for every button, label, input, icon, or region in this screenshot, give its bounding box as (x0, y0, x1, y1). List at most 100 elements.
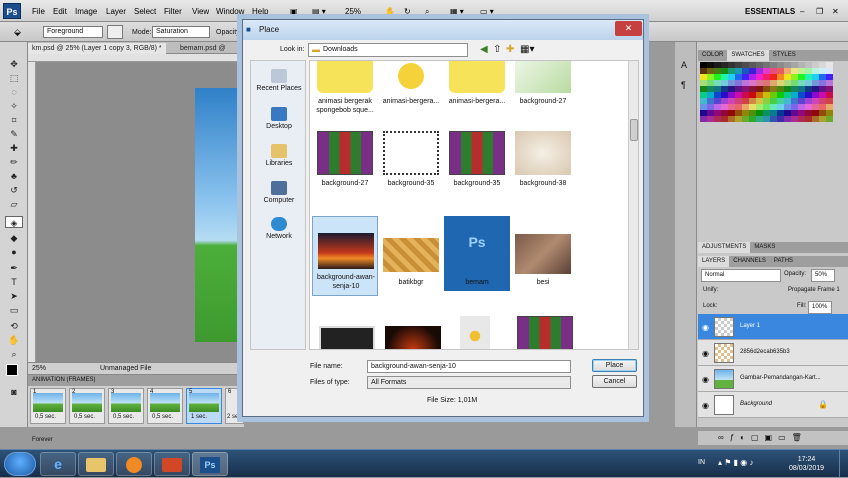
animation-frame[interactable]: 2 0,5 sec. (69, 388, 105, 424)
tab-paths[interactable]: PATHS (770, 256, 797, 267)
file-item[interactable]: Ps bemam (444, 216, 510, 291)
menu-layer[interactable]: Layer (106, 7, 126, 16)
loop-select[interactable]: Forever (32, 437, 53, 443)
paint-bucket-icon[interactable]: ⬙ (14, 27, 21, 38)
fill-input[interactable]: 100% (808, 301, 832, 314)
mode-select[interactable]: Saturation (152, 26, 210, 38)
minimize-icon[interactable]: – (800, 7, 804, 16)
zoom-tool-icon[interactable]: ⌕ (425, 7, 429, 17)
healing-brush-icon[interactable]: ✚ (5, 142, 23, 154)
media-player-icon[interactable] (116, 452, 152, 476)
up-folder-icon[interactable]: ⇧ (493, 44, 501, 55)
color-swatch[interactable] (749, 116, 756, 122)
color-swatch[interactable] (770, 116, 777, 122)
color-swatch[interactable] (819, 116, 826, 122)
tray-icons[interactable]: ▴ ⚑ ▮ ◉ ♪ (718, 458, 753, 467)
layer-row[interactable]: ◉ Gambar-Pemandangan-Kart... (698, 366, 848, 392)
pen-tool-icon[interactable]: ✒ (5, 262, 23, 274)
frame-thumbnail[interactable] (319, 326, 375, 349)
menu-window[interactable]: Window (216, 7, 244, 16)
color-swatch[interactable] (798, 116, 805, 122)
menu-help[interactable]: Help (252, 7, 268, 16)
photoshop-taskbar-icon[interactable]: Ps (192, 452, 228, 476)
color-swatch[interactable] (707, 116, 714, 122)
screen-mode-icon[interactable]: ▭ ▾ (480, 7, 494, 16)
marquee-tool-icon[interactable]: ⬚ (5, 72, 23, 84)
back-icon[interactable]: ◀ (480, 44, 488, 55)
start-button[interactable] (4, 452, 36, 476)
menu-select[interactable]: Select (134, 7, 156, 16)
menu-view[interactable]: View (192, 7, 209, 16)
eyedropper-icon[interactable]: ✎ (5, 128, 23, 140)
path-selection-icon[interactable]: ➤ (5, 290, 23, 302)
file-item[interactable]: batikbgr (378, 216, 444, 291)
color-swatch[interactable] (791, 116, 798, 122)
color-swatch[interactable] (735, 116, 742, 122)
layer-opacity-input[interactable]: 50% (811, 269, 835, 282)
shape-tool-icon[interactable]: ▭ (5, 304, 23, 316)
paragraph-panel-icon[interactable]: ¶ (681, 80, 686, 90)
place-desktop[interactable]: Desktop (251, 107, 307, 130)
file-item[interactable]: background-35 (444, 131, 510, 206)
clock[interactable]: 17:24 08/03/2019 (789, 455, 824, 473)
file-item[interactable]: animasi bergerak spongebob sque... (312, 61, 378, 124)
menu-file[interactable]: File (32, 7, 45, 16)
color-swatch[interactable] (714, 116, 721, 122)
tab-channels[interactable]: CHANNELS (729, 256, 770, 267)
color-swatch[interactable] (805, 116, 812, 122)
frame-delay[interactable]: 2 sec. (227, 414, 243, 420)
frame-delay[interactable]: 0,5 sec. (113, 414, 134, 420)
place-button[interactable]: Place (592, 359, 637, 372)
status-zoom[interactable]: 25% (32, 365, 46, 372)
color-swatch[interactable] (763, 116, 770, 122)
history-brush-icon[interactable]: ↺ (5, 184, 23, 196)
rotate-view-icon[interactable]: ↻ (404, 7, 411, 16)
file-item[interactable]: background-27 (312, 131, 378, 206)
tab-adjustments[interactable]: ADJUSTMENTS (698, 242, 751, 253)
media-file-icon[interactable] (460, 316, 490, 349)
layer-name[interactable]: Gambar-Pemandangan-Kart... (740, 375, 821, 381)
language-indicator[interactable]: IN (698, 459, 705, 466)
animation-frame-selected[interactable]: 51 sec. (186, 388, 222, 424)
blend-mode-select[interactable]: Normal (701, 269, 781, 282)
moon-thumbnail[interactable] (385, 326, 441, 349)
color-swatch[interactable] (777, 116, 784, 122)
restore-icon[interactable]: ❐ (816, 7, 823, 16)
scrollbar-thumb[interactable] (630, 119, 638, 141)
eraser-tool-icon[interactable]: ▱ (5, 198, 23, 210)
layer-name[interactable]: Background (740, 401, 772, 407)
file-item[interactable]: animasi-bergera... (444, 61, 510, 124)
winrar-archive-icon[interactable] (517, 316, 573, 349)
explorer-icon[interactable] (78, 452, 114, 476)
menu-edit[interactable]: Edit (53, 7, 67, 16)
hand-tool-icon[interactable]: ✋ (5, 334, 23, 346)
file-list-scrollbar[interactable] (628, 61, 638, 349)
3d-rotate-icon[interactable]: ⟲ (5, 320, 23, 332)
color-swatch[interactable] (742, 116, 749, 122)
character-panel-icon[interactable]: A (681, 60, 687, 70)
zoom-level[interactable]: 25% (345, 7, 361, 16)
hand-tool-icon[interactable]: ✋ (385, 7, 395, 16)
tab-styles[interactable]: STYLES (769, 50, 800, 61)
fill-source-select[interactable]: Foreground (43, 26, 103, 38)
clone-stamp-icon[interactable]: ♣ (5, 170, 23, 182)
file-name-input[interactable]: background-awan-senja-10 (367, 360, 571, 373)
eye-icon[interactable]: ◉ (702, 375, 709, 384)
propagate-frame-checkbox[interactable]: Propagate Frame 1 (788, 287, 840, 293)
place-network[interactable]: Network (251, 217, 307, 240)
menu-filter[interactable]: Filter (164, 7, 182, 16)
frame-delay[interactable]: 0,5 sec. (35, 414, 56, 420)
file-item-selected[interactable]: background-awan-senja-10 (312, 216, 378, 296)
color-swatch[interactable] (826, 116, 833, 122)
swatch-grid[interactable] (700, 62, 835, 124)
close-icon[interactable]: ✕ (832, 7, 839, 16)
show-desktop-button[interactable] (839, 450, 848, 478)
file-item[interactable]: background-35 (378, 131, 444, 206)
lasso-tool-icon[interactable]: ◌ (5, 86, 23, 98)
zoom-tool-icon[interactable]: ⌕ (5, 348, 23, 360)
color-swatch[interactable] (721, 116, 728, 122)
tab-color[interactable]: COLOR (698, 50, 727, 61)
blur-tool-icon[interactable]: ◆ (5, 232, 23, 244)
tab-km-psd[interactable]: km.psd @ 25% (Layer 1 copy 3, RGB/8) * (28, 43, 166, 54)
layer-row[interactable]: ◉ 2856d2ecab635b3 (698, 340, 848, 366)
